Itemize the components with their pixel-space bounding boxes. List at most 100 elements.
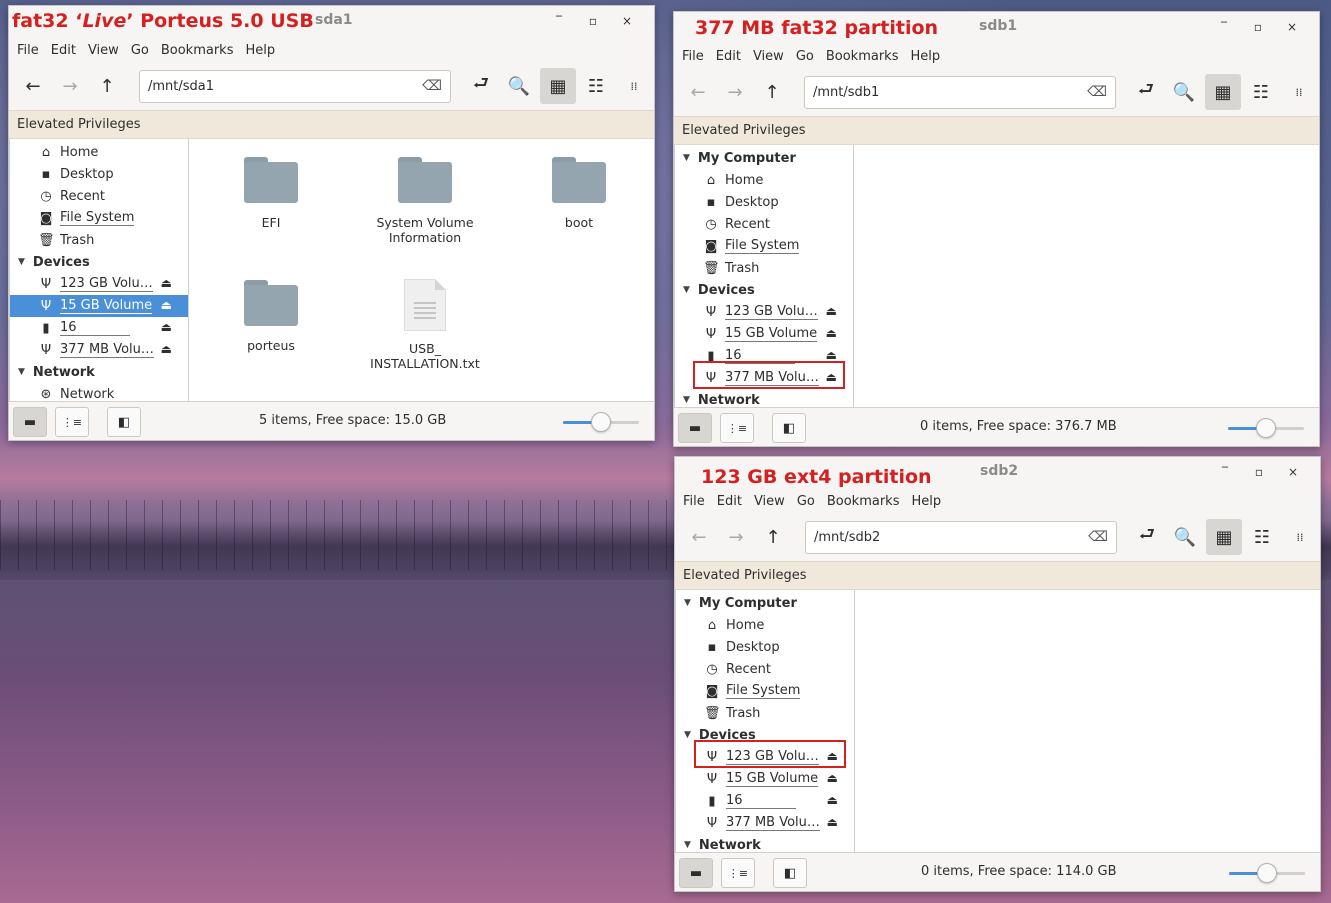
- menu-file[interactable]: File: [683, 494, 714, 509]
- sidebar-header-devices[interactable]: ▼ Devices: [10, 251, 188, 273]
- sidebar-item-16[interactable]: ▮ 16 ⏏: [676, 790, 854, 812]
- sidebar-item-15gb[interactable]: Ψ 15 GB Volume ⏏: [10, 295, 188, 317]
- maximize-icon[interactable]: ▫: [1241, 20, 1275, 34]
- clear-location-icon[interactable]: ⌫: [1087, 84, 1107, 100]
- eject-icon[interactable]: ⏏: [827, 771, 838, 785]
- eject-icon[interactable]: ⏏: [827, 793, 838, 807]
- folder-item[interactable]: EFI: [201, 157, 341, 230]
- toggle-location-icon[interactable]: ⮐: [1128, 74, 1164, 110]
- list-view-icon[interactable]: ☷: [1243, 74, 1279, 110]
- sidebar-item-desktop[interactable]: ▪ Desktop: [676, 636, 854, 658]
- titlebar[interactable]: fat32 ‘Live’ Porteus 5.0 USB sda1 ‾ ▫ ×: [9, 6, 654, 38]
- toggle-location-icon[interactable]: ⮐: [1129, 519, 1165, 555]
- close-icon[interactable]: ×: [610, 14, 644, 28]
- minimize-icon[interactable]: ‾: [1208, 465, 1242, 479]
- icon-view-icon[interactable]: ▦: [1206, 519, 1242, 555]
- sidebar-item-377mb[interactable]: Ψ 377 MB Volu… ⏏: [675, 367, 853, 389]
- menu-bookmarks[interactable]: Bookmarks: [827, 494, 909, 509]
- zoom-slider-knob[interactable]: [591, 412, 611, 432]
- location-bar[interactable]: /mnt/sdb2 ⌫: [805, 521, 1117, 554]
- menu-edit[interactable]: Edit: [717, 494, 751, 509]
- eject-icon[interactable]: ⏏: [826, 326, 837, 340]
- menu-view[interactable]: View: [753, 49, 793, 64]
- sidebar-toggle-icon[interactable]: ◧: [773, 858, 807, 888]
- sidebar-item-recent[interactable]: ◷ Recent: [10, 185, 188, 207]
- file-manager-window-sdb2[interactable]: 123 GB ext4 partition sdb2 ‾ ▫ × File Ed…: [674, 456, 1321, 892]
- sidebar-toggle-icon[interactable]: ◧: [772, 413, 806, 443]
- sidebar-item-home[interactable]: ⌂ Home: [676, 614, 854, 636]
- menu-help[interactable]: Help: [245, 43, 284, 58]
- sidebar-header-network[interactable]: ▼ Network: [675, 389, 853, 408]
- sidebar-item-recent[interactable]: ◷ Recent: [676, 658, 854, 680]
- up-icon[interactable]: ↑: [754, 74, 790, 110]
- clear-location-icon[interactable]: ⌫: [422, 78, 442, 94]
- menu-go[interactable]: Go: [131, 43, 158, 58]
- sidebar-item-16[interactable]: ▮ 16 ⏏: [10, 317, 188, 339]
- zoom-slider-knob[interactable]: [1257, 863, 1277, 883]
- places-toggle-icon[interactable]: ▬: [679, 858, 713, 888]
- eject-icon[interactable]: ⏏: [161, 342, 172, 356]
- sidebar-header-my-computer[interactable]: ▼ My Computer: [675, 147, 853, 169]
- sidebar-header-network[interactable]: ▼ Network: [676, 834, 854, 853]
- file-manager-window-sdb1[interactable]: 377 MB fat32 partition sdb1 ‾ ▫ × File E…: [673, 11, 1320, 447]
- sidebar-item-123gb[interactable]: Ψ 123 GB Volu… ⏏: [676, 746, 854, 768]
- sidebar-item-filesystem[interactable]: ◙ File System: [675, 235, 853, 257]
- location-bar[interactable]: /mnt/sdb1 ⌫: [804, 76, 1116, 109]
- toggle-location-icon[interactable]: ⮐: [463, 68, 499, 104]
- forward-icon[interactable]: →: [718, 519, 754, 555]
- sidebar-item-15gb[interactable]: Ψ 15 GB Volume ⏏: [675, 323, 853, 345]
- places-toggle-icon[interactable]: ▬: [678, 413, 712, 443]
- sidebar-item-trash[interactable]: 🗑 Trash: [676, 702, 854, 724]
- close-icon[interactable]: ×: [1276, 465, 1310, 479]
- close-icon[interactable]: ×: [1275, 20, 1309, 34]
- eject-icon[interactable]: ⏏: [161, 276, 172, 290]
- menu-go[interactable]: Go: [796, 49, 823, 64]
- sidebar-item-filesystem[interactable]: ◙ File System: [10, 207, 188, 229]
- menu-help[interactable]: Help: [910, 49, 949, 64]
- sidebar-item-recent[interactable]: ◷ Recent: [675, 213, 853, 235]
- menu-help[interactable]: Help: [911, 494, 950, 509]
- list-view-icon[interactable]: ☷: [578, 68, 614, 104]
- menu-view[interactable]: View: [754, 494, 794, 509]
- folder-item[interactable]: porteus: [201, 280, 341, 353]
- menu-edit[interactable]: Edit: [51, 43, 85, 58]
- sidebar-item-filesystem[interactable]: ◙ File System: [676, 680, 854, 702]
- eject-icon[interactable]: ⏏: [827, 749, 838, 763]
- sidebar-item-trash[interactable]: 🗑 Trash: [10, 229, 188, 251]
- minimize-icon[interactable]: ‾: [1207, 20, 1241, 34]
- menu-file[interactable]: File: [17, 43, 48, 58]
- back-icon[interactable]: ←: [681, 519, 717, 555]
- sidebar-item-network[interactable]: ⊛ Network: [10, 383, 188, 402]
- menu-file[interactable]: File: [682, 49, 713, 64]
- sidebar-header-devices[interactable]: ▼ Devices: [675, 279, 853, 301]
- zoom-slider[interactable]: [1229, 863, 1305, 883]
- sidebar-toggle-icon[interactable]: ◧: [107, 407, 141, 437]
- sidebar-item-16[interactable]: ▮ 16 ⏏: [675, 345, 853, 367]
- search-icon[interactable]: 🔍: [501, 68, 537, 104]
- file-item[interactable]: USB_ INSTALLATION.txt: [355, 279, 495, 371]
- icon-view-icon[interactable]: ▦: [540, 68, 576, 104]
- file-view[interactable]: EFI System Volume Information boot porte…: [189, 139, 654, 401]
- eject-icon[interactable]: ⏏: [161, 298, 172, 312]
- location-bar[interactable]: /mnt/sda1 ⌫: [139, 70, 451, 103]
- sidebar-item-desktop[interactable]: ▪ Desktop: [10, 163, 188, 185]
- forward-icon[interactable]: →: [52, 68, 88, 104]
- titlebar[interactable]: 123 GB ext4 partition sdb2 ‾ ▫ ×: [675, 457, 1320, 489]
- sidebar-item-home[interactable]: ⌂ Home: [10, 141, 188, 163]
- compact-view-icon[interactable]: ⁞⁞: [1282, 519, 1318, 555]
- back-icon[interactable]: ←: [15, 68, 51, 104]
- tree-toggle-icon[interactable]: ⋮≡: [55, 407, 89, 437]
- menu-edit[interactable]: Edit: [716, 49, 750, 64]
- eject-icon[interactable]: ⏏: [826, 304, 837, 318]
- eject-icon[interactable]: ⏏: [826, 370, 837, 384]
- sidebar-item-123gb[interactable]: Ψ 123 GB Volu… ⏏: [675, 301, 853, 323]
- compact-view-icon[interactable]: ⁞⁞: [1281, 74, 1317, 110]
- zoom-slider[interactable]: [1228, 418, 1304, 438]
- menu-view[interactable]: View: [88, 43, 128, 58]
- clear-location-icon[interactable]: ⌫: [1088, 529, 1108, 545]
- maximize-icon[interactable]: ▫: [576, 14, 610, 28]
- back-icon[interactable]: ←: [680, 74, 716, 110]
- eject-icon[interactable]: ⏏: [826, 348, 837, 362]
- tree-toggle-icon[interactable]: ⋮≡: [720, 413, 754, 443]
- list-view-icon[interactable]: ☷: [1244, 519, 1280, 555]
